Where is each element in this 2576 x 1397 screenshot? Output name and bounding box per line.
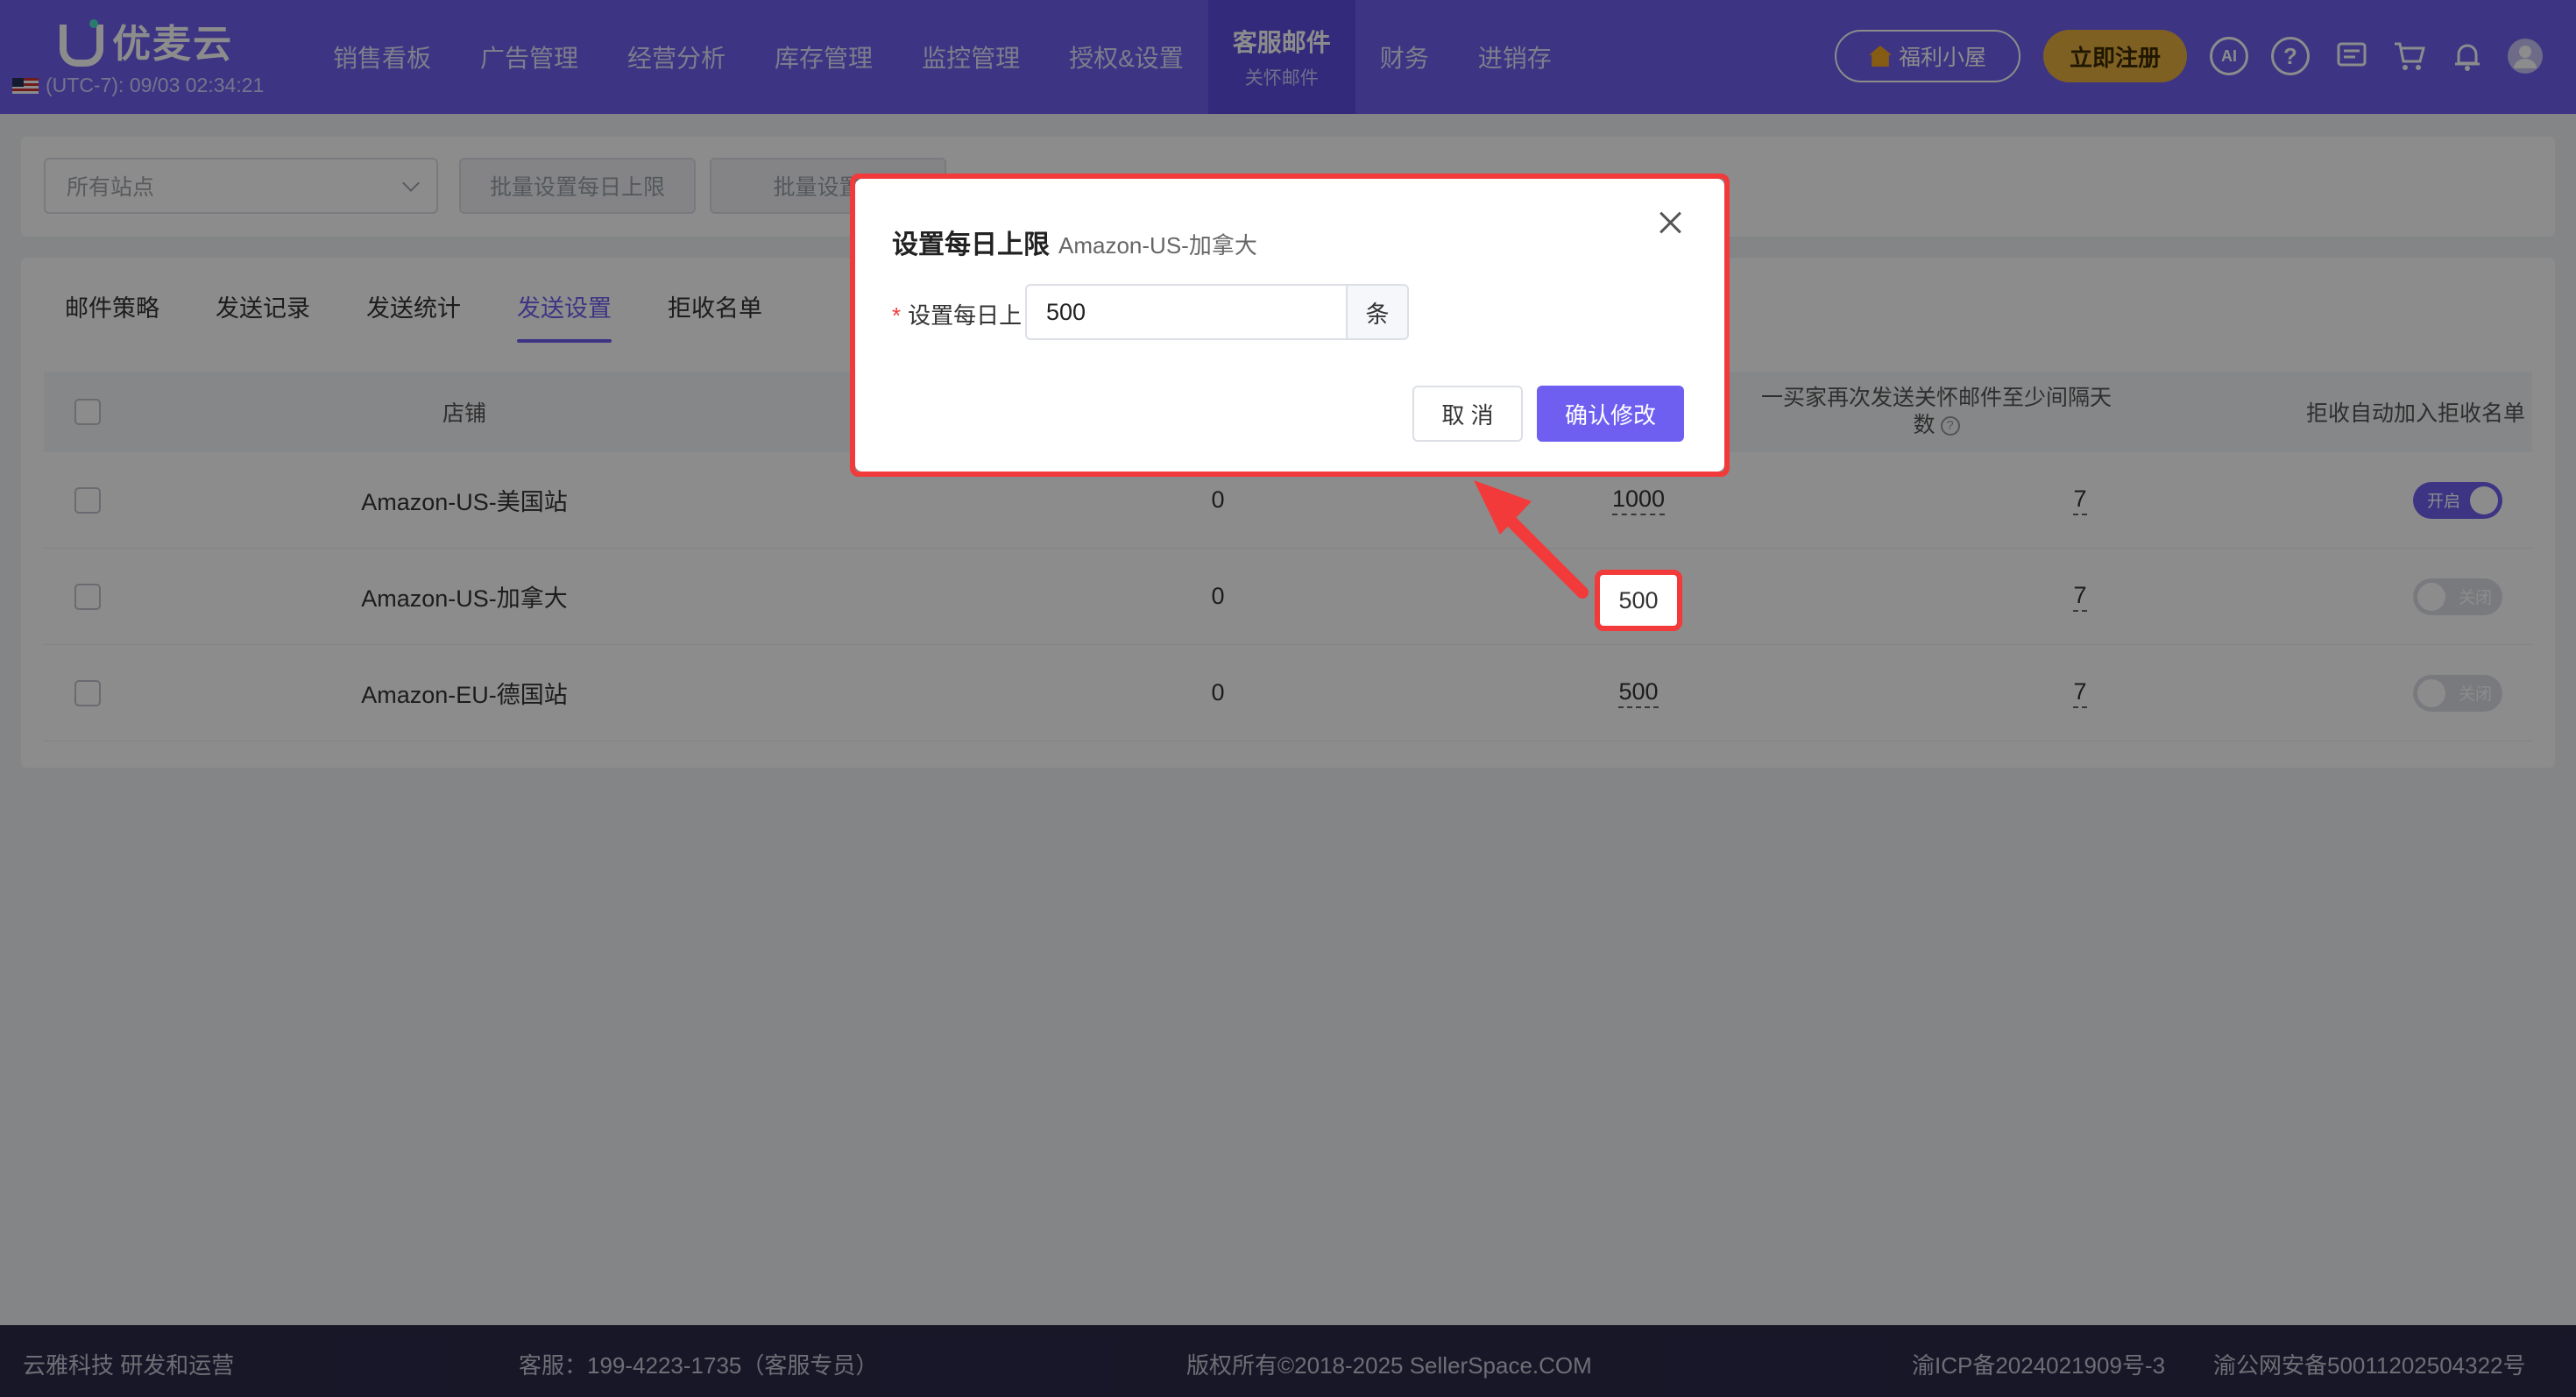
daily-limit-label-text: 设置每日上	[908, 302, 1023, 329]
daily-limit-dialog: 设置每日上限 Amazon-US-加拿大 *设置每日上 条 取 消 确认修改	[855, 179, 1724, 472]
close-icon[interactable]	[1652, 205, 1688, 240]
daily-limit-input[interactable]	[1025, 284, 1348, 340]
confirm-button[interactable]: 确认修改	[1537, 386, 1684, 442]
cancel-button[interactable]: 取 消	[1412, 386, 1523, 442]
daily-limit-unit: 条	[1346, 284, 1409, 340]
required-mark: *	[892, 302, 902, 329]
dialog-title-text: 设置每日上限	[892, 230, 1050, 259]
dialog-title: 设置每日上限 Amazon-US-加拿大	[892, 223, 1257, 261]
dialog-subtitle: Amazon-US-加拿大	[1058, 232, 1257, 259]
daily-limit-label: * 设置每日上	[892, 298, 1022, 330]
